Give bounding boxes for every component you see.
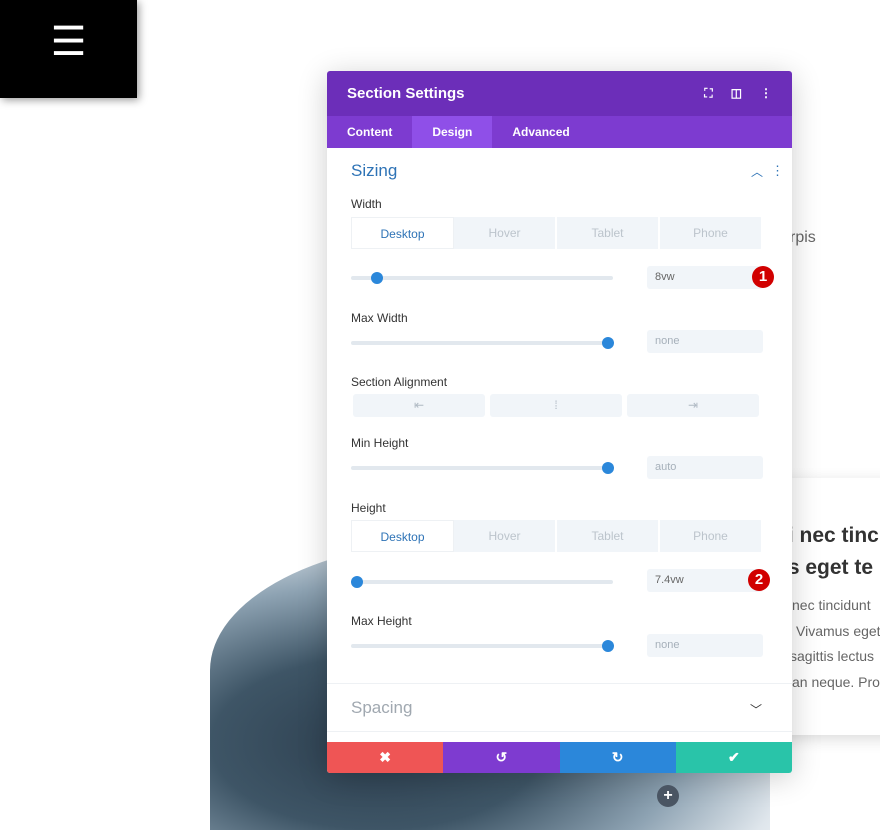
modal-header: Section Settings ⛶ ◫ ⋮ bbox=[327, 71, 792, 116]
height-slider[interactable] bbox=[351, 576, 613, 588]
bg-para: Vivamus eget bbox=[796, 623, 880, 639]
max-width-input[interactable]: none bbox=[647, 330, 763, 353]
width-device-tabs: Desktop Hover Tablet Phone bbox=[351, 217, 763, 249]
width-slider[interactable] bbox=[351, 272, 613, 284]
align-center-button[interactable]: ⁞ bbox=[490, 394, 622, 417]
fullscreen-icon[interactable]: ⛶ bbox=[704, 86, 712, 101]
height-device-tabs: Desktop Hover Tablet Phone bbox=[351, 520, 763, 552]
slider-handle[interactable] bbox=[371, 272, 383, 284]
width-input[interactable]: 8vw bbox=[647, 266, 763, 289]
device-tab-phone[interactable]: Phone bbox=[660, 217, 763, 249]
slider-handle[interactable] bbox=[351, 576, 363, 588]
width-label: Width bbox=[351, 197, 382, 211]
bg-para: sagittis lectus bbox=[790, 648, 875, 664]
tab-content[interactable]: Content bbox=[327, 116, 412, 148]
modal-tabs: Content Design Advanced bbox=[327, 116, 792, 148]
divider bbox=[327, 683, 792, 684]
max-width-slider[interactable] bbox=[351, 337, 614, 349]
align-center-icon: ⁞ bbox=[554, 398, 558, 412]
min-height-slider[interactable] bbox=[351, 462, 614, 474]
cancel-button[interactable]: ✖ bbox=[327, 742, 444, 773]
divider bbox=[327, 731, 792, 732]
annotation-badge-2: 2 bbox=[748, 569, 770, 591]
max-height-input[interactable]: none bbox=[647, 634, 763, 657]
more-vertical-icon[interactable]: ⋮ bbox=[760, 86, 772, 101]
undo-button[interactable]: ↺ bbox=[443, 742, 560, 773]
bg-text: rpis bbox=[790, 229, 816, 246]
modal-title: Section Settings bbox=[347, 85, 465, 102]
slider-handle[interactable] bbox=[602, 462, 614, 474]
save-button[interactable]: ✔ bbox=[675, 742, 792, 773]
alignment-label: Section Alignment bbox=[351, 375, 448, 389]
tab-advanced[interactable]: Advanced bbox=[492, 116, 589, 148]
height-input[interactable]: 7.4vw bbox=[647, 569, 763, 592]
bg-para: an neque. Proi bbox=[792, 674, 880, 690]
chevron-up-icon[interactable]: ︿ bbox=[751, 163, 763, 180]
align-right-icon: ⇥ bbox=[687, 398, 699, 412]
section-settings-modal: Section Settings ⛶ ◫ ⋮ Content Design Ad… bbox=[327, 71, 792, 773]
device-tab-desktop[interactable]: Desktop bbox=[351, 520, 454, 552]
max-width-label: Max Width bbox=[351, 311, 408, 325]
max-height-label: Max Height bbox=[351, 614, 412, 628]
hamburger-icon: ☰ bbox=[50, 20, 87, 64]
min-height-label: Min Height bbox=[351, 436, 409, 450]
redo-button[interactable]: ↻ bbox=[559, 742, 676, 773]
device-tab-tablet[interactable]: Tablet bbox=[557, 520, 660, 552]
max-height-slider[interactable] bbox=[351, 640, 614, 652]
menu-button[interactable]: ☰ bbox=[0, 0, 137, 98]
min-height-input[interactable]: auto bbox=[647, 456, 763, 479]
split-view-icon[interactable]: ◫ bbox=[731, 86, 742, 101]
align-left-button[interactable]: ⇤ bbox=[353, 394, 485, 417]
spacing-title[interactable]: Spacing bbox=[351, 698, 412, 718]
device-tab-hover[interactable]: Hover bbox=[454, 520, 557, 552]
device-tab-desktop[interactable]: Desktop bbox=[351, 217, 454, 249]
height-label: Height bbox=[351, 501, 386, 515]
sizing-title[interactable]: Sizing bbox=[351, 161, 397, 181]
align-right-button[interactable]: ⇥ bbox=[627, 394, 759, 417]
device-tab-tablet[interactable]: Tablet bbox=[557, 217, 660, 249]
device-tab-hover[interactable]: Hover bbox=[454, 217, 557, 249]
slider-handle[interactable] bbox=[602, 337, 614, 349]
device-tab-phone[interactable]: Phone bbox=[660, 520, 763, 552]
slider-handle[interactable] bbox=[602, 640, 614, 652]
chevron-down-icon[interactable]: ﹀ bbox=[750, 701, 762, 718]
annotation-badge-1: 1 bbox=[752, 266, 774, 288]
add-section-button[interactable]: + bbox=[657, 785, 679, 807]
tab-design[interactable]: Design bbox=[412, 116, 493, 148]
bg-para: nec tincidunt bbox=[792, 597, 871, 613]
modal-footer: ✖ ↺ ↻ ✔ bbox=[327, 742, 792, 773]
more-vertical-icon[interactable]: ⋮ bbox=[771, 163, 784, 179]
align-left-icon: ⇤ bbox=[413, 398, 425, 412]
